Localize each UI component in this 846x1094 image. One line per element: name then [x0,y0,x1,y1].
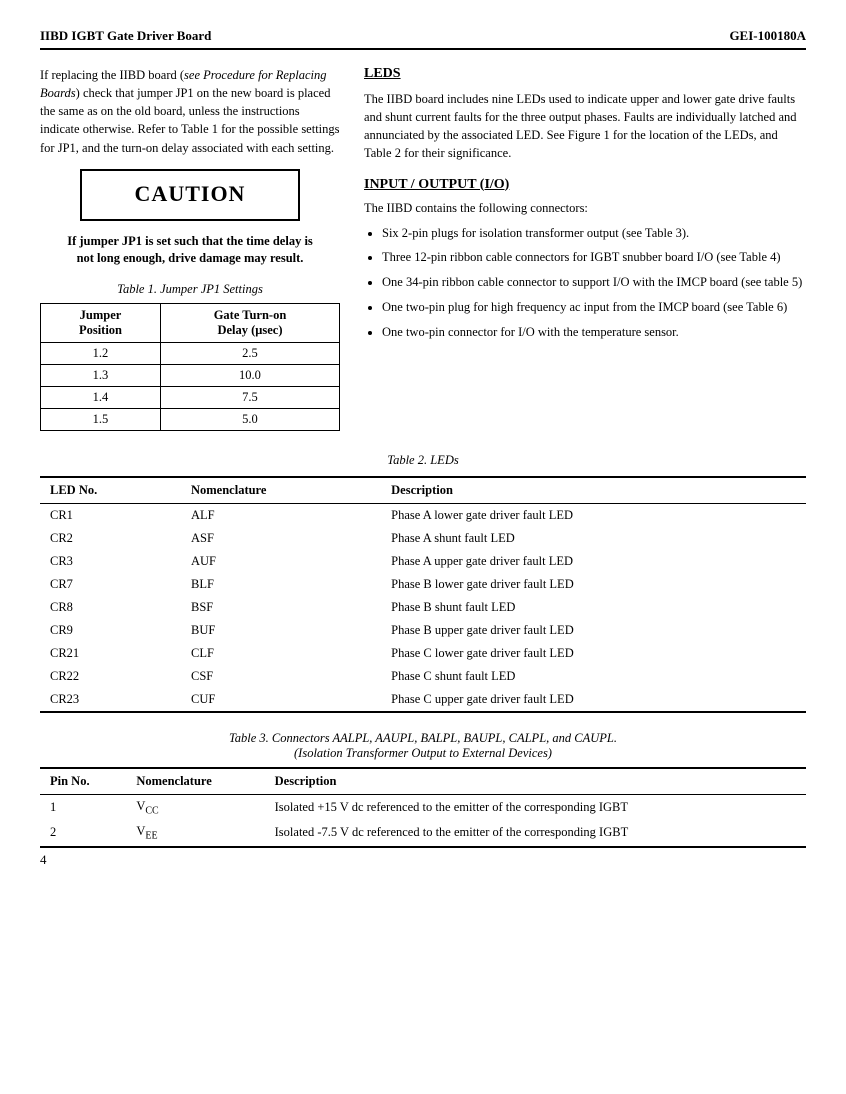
io-list: Six 2-pin plugs for isolation transforme… [364,224,806,342]
leds-section-title: LEDS [364,66,806,82]
caution-box: CAUTION [80,169,300,221]
right-column: LEDS The IIBD board includes nine LEDs u… [364,66,806,435]
caution-text: If jumper JP1 is set such that the time … [40,233,340,268]
header-title-left: IIBD IGBT Gate Driver Board [40,28,211,44]
table3-col-pin: Pin No. [40,768,126,795]
table3-col-nomenclature: Nomenclature [126,768,264,795]
table-row: 1.22.5 [41,342,340,364]
table-row: CR1ALFPhase A lower gate driver fault LE… [40,503,806,527]
header-title-right: GEI-100180A [729,28,806,44]
table-row: 1.310.0 [41,364,340,386]
table-row: CR7BLFPhase B lower gate driver fault LE… [40,573,806,596]
table-row: CR8BSFPhase B shunt fault LED [40,596,806,619]
table-row: 2VEEIsolated -7.5 V dc referenced to the… [40,820,806,847]
table-row: 1VCCIsolated +15 V dc referenced to the … [40,794,806,820]
table1: JumperPosition Gate Turn-onDelay (μsec) … [40,303,340,431]
table-row: CR3AUFPhase A upper gate driver fault LE… [40,550,806,573]
table3-title: Table 3. Connectors AALPL, AAUPL, BALPL,… [40,731,806,761]
list-item: One two-pin plug for high frequency ac i… [382,298,806,317]
io-intro: The IIBD contains the following connecto… [364,201,806,216]
table1-title: Table 1. Jumper JP1 Settings [40,282,340,297]
table-row: 1.47.5 [41,386,340,408]
leds-section-text: The IIBD board includes nine LEDs used t… [364,90,806,163]
table2-col-description: Description [381,477,806,504]
intro-paragraph: If replacing the IIBD board (see Procedu… [40,66,340,157]
caution-title: CAUTION [98,181,282,207]
table2-col-nomenclature: Nomenclature [181,477,381,504]
table-row: CR2ASFPhase A shunt fault LED [40,527,806,550]
table-row: CR21CLFPhase C lower gate driver fault L… [40,642,806,665]
list-item: Three 12-pin ribbon cable connectors for… [382,248,806,267]
table2-col-led: LED No. [40,477,181,504]
page-header: IIBD IGBT Gate Driver Board GEI-100180A [40,28,806,50]
table-row: CR23CUFPhase C upper gate driver fault L… [40,688,806,712]
page: IIBD IGBT Gate Driver Board GEI-100180A … [0,0,846,886]
two-column-layout: If replacing the IIBD board (see Procedu… [40,66,806,435]
table1-col-jumper: JumperPosition [41,303,161,342]
list-item: One two-pin connector for I/O with the t… [382,323,806,342]
table-row: CR22CSFPhase C shunt fault LED [40,665,806,688]
table2-title: Table 2. LEDs [40,453,806,468]
table2: LED No. Nomenclature Description CR1ALFP… [40,476,806,713]
list-item: Six 2-pin plugs for isolation transforme… [382,224,806,243]
list-item: One 34-pin ribbon cable connector to sup… [382,273,806,292]
io-section-title: INPUT / OUTPUT (I/O) [364,177,806,193]
table-row: 1.55.0 [41,408,340,430]
table-row: CR9BUFPhase B upper gate driver fault LE… [40,619,806,642]
table1-col-delay: Gate Turn-onDelay (μsec) [160,303,339,342]
table3-col-description: Description [265,768,806,795]
table3: Pin No. Nomenclature Description 1VCCIso… [40,767,806,848]
left-column: If replacing the IIBD board (see Procedu… [40,66,340,435]
page-number: 4 [40,852,47,868]
